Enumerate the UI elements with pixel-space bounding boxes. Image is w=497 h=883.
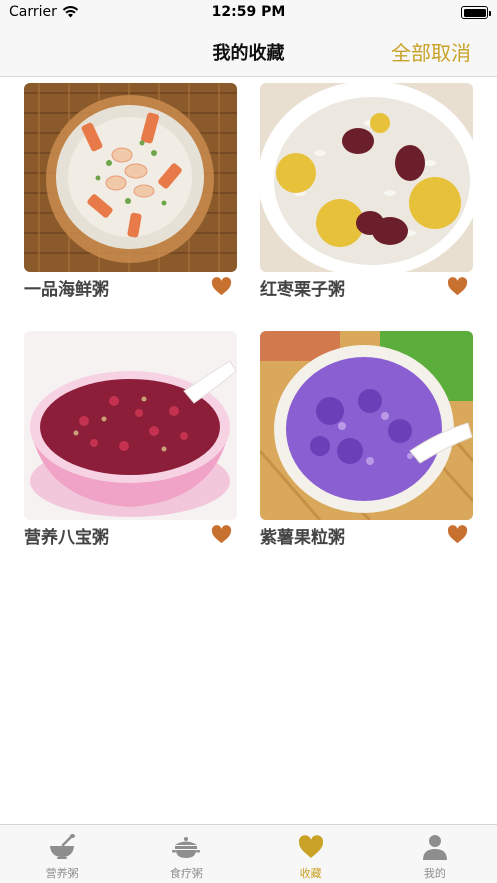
status-time: 12:59 PM: [211, 4, 286, 20]
tab-label: 食疗粥: [169, 867, 203, 880]
heart-icon[interactable]: [211, 277, 232, 296]
cancel-all-button[interactable]: 全部取消: [391, 37, 471, 66]
tab-profile[interactable]: 我的: [373, 825, 497, 883]
tab-therapy-congee[interactable]: 食疗粥: [124, 825, 248, 883]
heart-icon: [297, 833, 325, 861]
seafood-congee-image[interactable]: [24, 83, 237, 272]
battery-icon: [461, 6, 491, 19]
heart-icon[interactable]: [447, 277, 468, 296]
card-footer: 紫薯果粒粥: [260, 520, 473, 550]
navigation-bar: 我的收藏 全部取消: [0, 26, 497, 77]
status-bar: Carrier 12:59 PM: [0, 0, 497, 26]
heart-icon[interactable]: [447, 525, 468, 544]
red-date-chestnut-congee-image[interactable]: [260, 83, 473, 272]
congee-name: 红枣栗子粥: [260, 280, 345, 300]
favorite-card[interactable]: 营养八宝粥: [24, 331, 237, 550]
favorite-card[interactable]: 红枣栗子粥: [260, 83, 473, 302]
heart-icon[interactable]: [211, 525, 232, 544]
pot-icon: [172, 833, 201, 861]
favorite-card[interactable]: 紫薯果粒粥: [260, 331, 473, 550]
congee-name: 一品海鲜粥: [24, 280, 109, 300]
purple-sweet-potato-congee-image[interactable]: [260, 331, 473, 520]
battery-tip: [489, 10, 491, 16]
tab-favorites[interactable]: 收藏: [249, 825, 373, 883]
favorite-card[interactable]: 一品海鲜粥: [24, 83, 237, 302]
card-footer: 一品海鲜粥: [24, 272, 237, 302]
congee-name: 营养八宝粥: [24, 528, 109, 548]
tab-label: 收藏: [299, 867, 322, 880]
tab-bar: 营养粥 食疗粥 收藏 我的: [0, 824, 497, 883]
tab-nutrition-congee[interactable]: 营养粥: [0, 825, 124, 883]
congee-name: 紫薯果粒粥: [260, 528, 345, 548]
tab-label: 营养粥: [45, 867, 79, 880]
battery-level: [463, 8, 486, 17]
tab-label: 我的: [423, 867, 446, 880]
person-icon: [421, 833, 449, 861]
card-footer: 营养八宝粥: [24, 520, 237, 550]
eight-treasure-congee-image[interactable]: [24, 331, 237, 520]
bowl-spoon-icon: [48, 833, 76, 861]
card-footer: 红枣栗子粥: [260, 272, 473, 302]
